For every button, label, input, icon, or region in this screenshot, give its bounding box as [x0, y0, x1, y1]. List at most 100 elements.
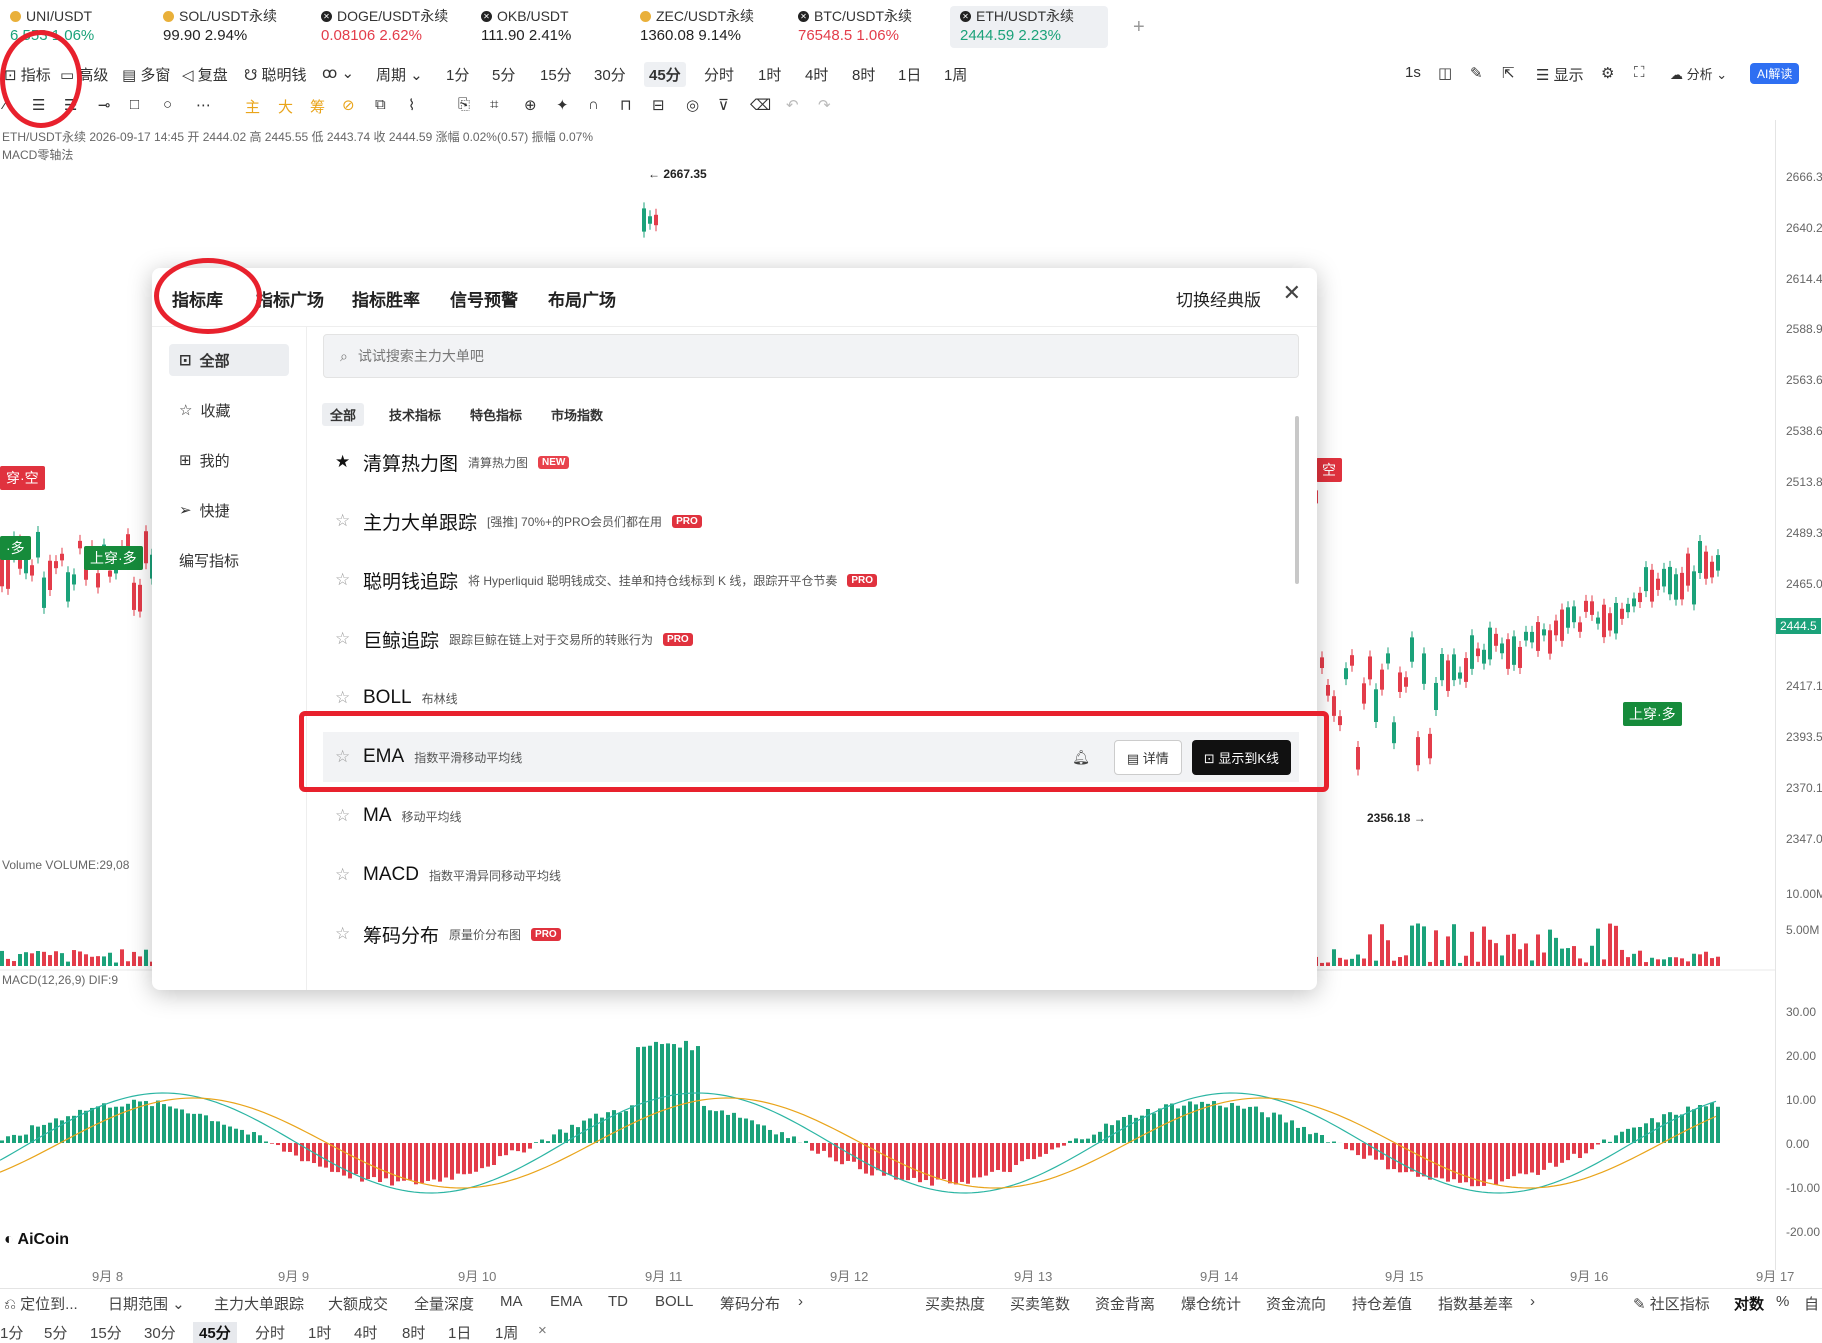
- ticker-btc[interactable]: ✕BTC/USDT永续 76548.5 1.06%: [788, 6, 943, 48]
- quick-indicator[interactable]: TD: [608, 1293, 628, 1310]
- chevron-right-icon[interactable]: ›: [798, 1293, 803, 1310]
- main-tool[interactable]: 主: [245, 96, 260, 118]
- sub-indicator[interactable]: 指数基差率: [1438, 1293, 1513, 1314]
- period-30m[interactable]: 30分: [594, 64, 626, 85]
- chips-tool[interactable]: 筹: [310, 96, 325, 118]
- ellipse-icon[interactable]: ○: [163, 96, 172, 118]
- template-icon[interactable]: ⊟: [652, 96, 665, 118]
- more-icon[interactable]: ⋯: [196, 96, 211, 118]
- tab-signal-alert[interactable]: 信号预警: [450, 286, 518, 311]
- copy-icon[interactable]: ⎘: [458, 96, 470, 118]
- analysis-dropdown[interactable]: ☁ 分析 ⌄: [1670, 64, 1727, 83]
- indicator-row[interactable]: ☆MACD指数平滑异同移动平均线: [323, 850, 1299, 900]
- sub-indicator[interactable]: 资金流向: [1266, 1293, 1326, 1314]
- bottom-period[interactable]: 1时: [308, 1322, 331, 1343]
- log-scale-button[interactable]: 对数: [1734, 1293, 1764, 1314]
- ai-interpret-button[interactable]: AI解读: [1750, 63, 1799, 84]
- big-tool[interactable]: 大: [278, 96, 293, 118]
- quick-indicator[interactable]: 主力大单跟踪: [214, 1293, 304, 1314]
- settings-icon[interactable]: ⚙: [1601, 64, 1614, 82]
- trash-icon[interactable]: ⌫: [750, 96, 771, 118]
- ticker-sol[interactable]: SOL/USDT永续 99.90 2.94%: [153, 6, 303, 48]
- star-icon[interactable]: ☆: [335, 865, 353, 885]
- lock-icon[interactable]: ⊓: [620, 96, 632, 118]
- layer-icon[interactable]: ⧉: [375, 96, 386, 118]
- brush-icon[interactable]: ⌇: [408, 96, 415, 118]
- tab-win-rate[interactable]: 指标胜率: [352, 286, 420, 311]
- share-icon[interactable]: ⇱: [1502, 64, 1515, 82]
- eye-icon[interactable]: ◎: [686, 96, 699, 118]
- chevron-right-icon[interactable]: ›: [1530, 1293, 1535, 1310]
- sidebar-item-write-indicator[interactable]: 编写指标: [169, 544, 289, 576]
- ruler-icon[interactable]: ⌗: [490, 96, 498, 118]
- replay-button[interactable]: ◁ 复盘: [182, 64, 228, 85]
- bottom-period[interactable]: 5分: [44, 1322, 67, 1343]
- sidebar-item-all[interactable]: ⊡全部: [169, 344, 289, 376]
- category-market-index[interactable]: 市场指数: [543, 403, 611, 426]
- close-periods-icon[interactable]: ×: [538, 1322, 547, 1339]
- period-45m[interactable]: 45分: [644, 62, 686, 87]
- sub-indicator[interactable]: 爆仓统计: [1181, 1293, 1241, 1314]
- erase-icon[interactable]: ⊘: [342, 96, 355, 118]
- quick-indicator[interactable]: 大额成交: [328, 1293, 388, 1314]
- period-timeline[interactable]: 分时: [704, 64, 734, 85]
- bottom-period[interactable]: 30分: [144, 1322, 176, 1343]
- tab-indicator-square[interactable]: 指标广场: [256, 286, 324, 311]
- bottom-period[interactable]: 4时: [354, 1322, 377, 1343]
- category-featured[interactable]: 特色指标: [462, 403, 530, 426]
- period-1m[interactable]: 1分: [446, 64, 469, 85]
- ray-icon[interactable]: ⊸: [98, 96, 111, 118]
- quick-indicator[interactable]: EMA: [550, 1293, 583, 1310]
- period-4h[interactable]: 4时: [805, 64, 828, 85]
- indicator-row[interactable]: ☆聪明钱追踪将 Hyperliquid 聪明钱成交、挂单和持仓线标到 K 线，跟…: [323, 555, 1299, 605]
- undo-icon[interactable]: ↶: [786, 96, 799, 118]
- sub-indicator[interactable]: 买卖热度: [925, 1293, 985, 1314]
- sub-indicator[interactable]: 资金背离: [1095, 1293, 1155, 1314]
- bottom-period[interactable]: 1分: [0, 1322, 23, 1343]
- filter-icon[interactable]: ⊽: [718, 96, 729, 118]
- camera-icon[interactable]: ◫: [1438, 64, 1452, 82]
- star-icon[interactable]: ☆: [335, 629, 353, 649]
- magnet-icon[interactable]: ∩: [588, 96, 599, 118]
- period-1h[interactable]: 1时: [758, 64, 781, 85]
- pen-icon[interactable]: ✎: [1470, 64, 1483, 82]
- indicator-search-input[interactable]: ⌕试试搜索主力大单吧: [323, 334, 1299, 378]
- magic-icon[interactable]: ✦: [556, 96, 569, 118]
- indicator-row[interactable]: ☆MA移动平均线: [323, 791, 1299, 841]
- add-ticker-icon[interactable]: +: [1133, 16, 1145, 39]
- star-filled-icon[interactable]: ★: [335, 452, 353, 472]
- auto-scale-button[interactable]: 自: [1804, 1293, 1819, 1314]
- bottom-period[interactable]: 1周: [495, 1322, 518, 1343]
- period-dropdown[interactable]: 周期 ⌄: [376, 64, 423, 85]
- period-1w[interactable]: 1周: [944, 64, 967, 85]
- smart-money-button[interactable]: ☋ 聪明钱: [244, 64, 307, 85]
- bottom-period-selected[interactable]: 45分: [193, 1322, 237, 1343]
- bottom-period[interactable]: 1日: [448, 1322, 471, 1343]
- percent-scale-button[interactable]: %: [1776, 1293, 1789, 1310]
- tab-layout-square[interactable]: 布局广场: [548, 286, 616, 311]
- indicator-row[interactable]: ☆筹码分布原量价分布图PRO: [323, 909, 1299, 959]
- period-8h[interactable]: 8时: [852, 64, 875, 85]
- bottom-period[interactable]: 15分: [90, 1322, 122, 1343]
- star-icon[interactable]: ☆: [335, 806, 353, 826]
- quick-indicator[interactable]: BOLL: [655, 1293, 693, 1310]
- indicator-row[interactable]: ★清算热力图清算热力图NEW: [323, 437, 1299, 487]
- rect-icon[interactable]: □: [130, 96, 139, 118]
- indicator-row[interactable]: ☆主力大单跟踪[强推] 70%+的PRO会员们都在用PRO: [323, 496, 1299, 546]
- sidebar-item-favorites[interactable]: ☆收藏: [169, 394, 289, 426]
- zoom-icon[interactable]: ⊕: [524, 96, 537, 118]
- interval-1s[interactable]: 1s: [1405, 64, 1421, 81]
- switch-classic-button[interactable]: 切换经典版: [1176, 286, 1261, 311]
- modal-scrollbar[interactable]: [1295, 416, 1299, 584]
- period-1d[interactable]: 1日: [898, 64, 921, 85]
- star-icon[interactable]: ☆: [335, 570, 353, 590]
- period-15m[interactable]: 15分: [540, 64, 572, 85]
- fullscreen-icon[interactable]: ⛶: [1634, 64, 1645, 81]
- locate-button[interactable]: ⎌ 定位到...: [4, 1293, 78, 1314]
- indicator-row[interactable]: ☆巨鲸追踪跟踪巨鲸在链上对于交易所的转账行为PRO: [323, 614, 1299, 664]
- multi-window-button[interactable]: ▤ 多窗: [122, 64, 170, 85]
- category-all[interactable]: 全部: [322, 403, 364, 426]
- category-technical[interactable]: 技术指标: [381, 403, 449, 426]
- sidebar-item-shortcut[interactable]: ➢快捷: [169, 494, 289, 526]
- chart-type-dropdown[interactable]: ꝏ ⌄: [322, 64, 354, 82]
